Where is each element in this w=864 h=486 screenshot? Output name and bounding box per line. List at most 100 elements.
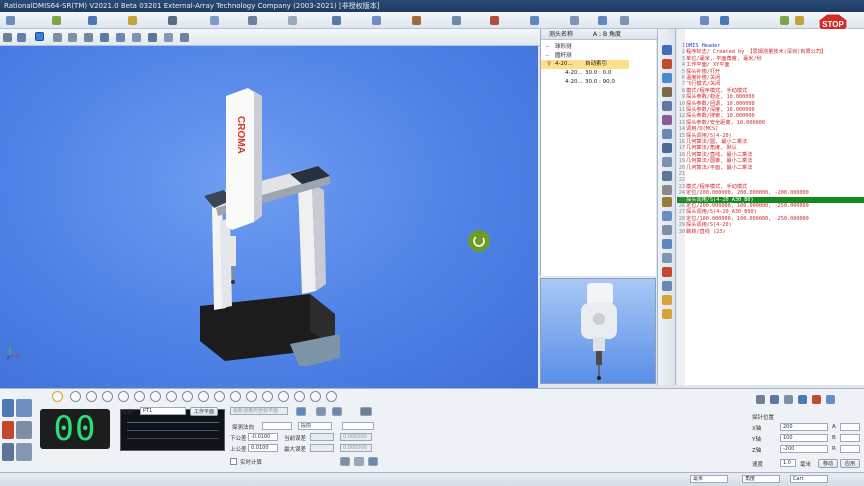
strip-tool-icon[interactable] [662, 171, 672, 181]
lower-tol-input[interactable]: -0.0100 [248, 433, 278, 441]
tool-icon[interactable] [598, 16, 607, 25]
feature-point-icon[interactable] [52, 391, 63, 402]
tool-icon[interactable] [530, 16, 539, 25]
strip-tool-icon[interactable] [662, 157, 672, 167]
view-side-icon[interactable] [132, 33, 141, 42]
feature-icon[interactable] [198, 391, 209, 402]
code-line[interactable]: 30跳转/直线 (23) [677, 229, 864, 235]
tree-item-selected[interactable]: ♀ 4-20... 自动索引 [541, 60, 629, 69]
tool-icon[interactable] [52, 16, 61, 25]
mode-icon[interactable] [2, 399, 14, 417]
strip-tool-icon[interactable] [662, 115, 672, 125]
strip-tool-icon[interactable] [662, 45, 672, 55]
y-axis-input[interactable]: 100 [780, 434, 828, 442]
dmis-code-editor[interactable]: 1DMIS Header 2程序标志/ Created by 【思姆测量技术(深圳… [677, 29, 864, 385]
tree-item[interactable]: − 球形测 [541, 43, 657, 52]
strip-tool-icon[interactable] [662, 225, 672, 235]
tree-item[interactable]: 4-20... 30.0 : 90.0 [541, 78, 657, 87]
pan-icon[interactable] [53, 33, 62, 42]
pos-tool-icon[interactable] [826, 395, 835, 404]
feature-dropdown[interactable]: 最新测量的坐标平面 [230, 407, 288, 415]
strip-tool-icon[interactable] [662, 197, 672, 207]
feature-icon[interactable] [278, 391, 289, 402]
tool-icon[interactable] [128, 16, 137, 25]
zoom-icon[interactable] [68, 33, 77, 42]
pos-tool-icon[interactable] [770, 395, 779, 404]
toggle-icon[interactable] [296, 407, 306, 416]
calc-icon[interactable] [340, 457, 350, 466]
strip-tool-icon[interactable] [662, 59, 672, 69]
feature-icon[interactable] [134, 391, 145, 402]
feature-icon[interactable] [214, 391, 225, 402]
cad-viewport[interactable]: CROMA [0, 46, 538, 388]
speed-input[interactable]: 1.0 [780, 459, 796, 467]
move-icon[interactable] [17, 33, 26, 42]
tool-icon[interactable] [452, 16, 461, 25]
calc-icon[interactable] [368, 457, 378, 466]
pos-tool-icon[interactable] [812, 395, 821, 404]
strip-tool-icon[interactable] [662, 101, 672, 111]
a-input[interactable] [840, 423, 860, 431]
strip-tool-icon[interactable] [662, 281, 672, 291]
mode-icon[interactable] [16, 399, 32, 417]
angle-dropdown[interactable]: 角度 [742, 475, 780, 483]
feature-icon[interactable] [326, 391, 337, 402]
tool-icon[interactable] [795, 16, 804, 25]
tool-icon[interactable] [720, 16, 729, 25]
tool-icon[interactable] [168, 16, 177, 25]
tool-icon[interactable] [288, 16, 297, 25]
strip-tool-icon[interactable] [662, 185, 672, 195]
feature-icon[interactable] [102, 391, 113, 402]
mode-icon[interactable] [2, 443, 14, 461]
tool-icon[interactable] [490, 16, 499, 25]
feature-icon[interactable] [150, 391, 161, 402]
feature-icon[interactable] [86, 391, 97, 402]
toggle-icon[interactable] [360, 407, 372, 416]
arrow-icon[interactable] [3, 33, 12, 42]
tool-icon[interactable] [88, 16, 97, 25]
probe-dir-value[interactable] [342, 422, 374, 430]
feature-icon[interactable] [310, 391, 321, 402]
strip-tool-icon[interactable] [662, 143, 672, 153]
move-button[interactable]: 移动 [818, 459, 838, 468]
b-input[interactable] [840, 434, 860, 442]
tool-icon[interactable] [570, 16, 579, 25]
feature-icon[interactable] [262, 391, 273, 402]
view-top-icon[interactable] [116, 33, 125, 42]
tool-icon[interactable] [700, 16, 709, 25]
coord-dropdown[interactable]: Cart [790, 475, 828, 483]
strip-tool-icon[interactable] [662, 267, 672, 277]
apply-button[interactable]: 应用 [840, 459, 860, 468]
probe-dir-input[interactable] [262, 422, 292, 430]
z-axis-input[interactable]: -200 [780, 445, 828, 453]
fit-icon[interactable] [164, 33, 173, 42]
tool-icon[interactable] [6, 16, 15, 25]
tool-icon[interactable] [248, 16, 257, 25]
feature-icon[interactable] [182, 391, 193, 402]
r-input[interactable] [840, 445, 860, 453]
mode-icon[interactable] [2, 421, 14, 439]
tool-icon[interactable] [780, 16, 789, 25]
upper-tol-input[interactable]: 0.0100 [248, 444, 278, 452]
mode-icon[interactable] [16, 421, 32, 439]
strip-tool-icon[interactable] [662, 129, 672, 139]
rotate-icon[interactable] [35, 32, 44, 41]
feature-icon[interactable] [118, 391, 129, 402]
tool-icon[interactable] [620, 16, 629, 25]
feature-icon[interactable] [246, 391, 257, 402]
pos-tool-icon[interactable] [784, 395, 793, 404]
view-iso-icon[interactable] [148, 33, 157, 42]
realtime-checkbox[interactable] [230, 458, 237, 465]
toggle-icon[interactable] [316, 407, 326, 416]
mode-icon[interactable] [16, 443, 32, 461]
toggle-icon[interactable] [332, 407, 342, 416]
feature-icon[interactable] [294, 391, 305, 402]
feature-icon[interactable] [230, 391, 241, 402]
x-axis-input[interactable]: 200 [780, 423, 828, 431]
strip-tool-icon[interactable] [662, 295, 672, 305]
strip-tool-icon[interactable] [662, 253, 672, 263]
strip-tool-icon[interactable] [662, 73, 672, 83]
name-input[interactable]: PT1 [140, 407, 186, 415]
pos-tool-icon[interactable] [756, 395, 765, 404]
unit-dropdown[interactable]: 毫米 [690, 475, 728, 483]
